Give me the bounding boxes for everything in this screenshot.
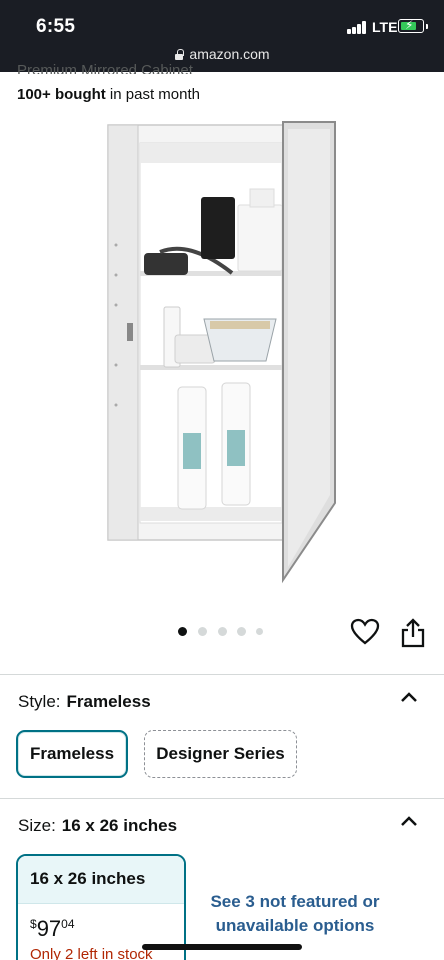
style-option-designer-series[interactable]: Designer Series — [144, 730, 297, 778]
style-option-label: Frameless — [29, 744, 115, 763]
network-type: LTE — [372, 19, 398, 35]
style-selected: Frameless — [66, 692, 151, 711]
carousel-dot[interactable] — [198, 627, 207, 636]
clock: 6:55 — [36, 16, 76, 37]
price-symbol: $ — [30, 917, 37, 931]
size-selected: 16 x 26 inches — [61, 816, 178, 835]
style-option-frameless[interactable]: Frameless — [16, 730, 128, 778]
stock-status: Only 2 left in stock — [30, 946, 153, 960]
price-dollars: 97 — [36, 916, 62, 941]
price: $9704 — [30, 916, 75, 942]
carousel-dot[interactable] — [256, 628, 263, 635]
style-option-label: Designer Series — [156, 744, 285, 763]
url-text: amazon.com — [189, 46, 270, 62]
lock-icon — [174, 49, 184, 60]
bought-count-rest: in past month — [105, 86, 200, 103]
carousel-dot[interactable] — [218, 627, 227, 636]
heart-icon[interactable] — [350, 618, 380, 646]
carousel-dot[interactable] — [237, 627, 246, 636]
share-icon[interactable] — [399, 618, 427, 648]
price-cents: 04 — [61, 917, 75, 931]
bought-count-bold: 100+ bought — [17, 86, 106, 103]
home-indicator[interactable] — [142, 944, 302, 950]
chevron-up-icon[interactable] — [400, 691, 418, 703]
style-label: Style: — [18, 692, 61, 711]
carousel-dot[interactable] — [178, 627, 187, 636]
size-option-name: 16 x 26 inches — [18, 856, 184, 904]
product-image[interactable] — [100, 115, 345, 590]
product-title[interactable]: Premium Mirrored Cabinet — [17, 62, 193, 74]
divider — [0, 674, 444, 675]
signal-icon — [347, 21, 369, 34]
battery-icon: ⚡ — [398, 18, 428, 33]
divider — [0, 798, 444, 799]
style-row[interactable]: Style: Frameless — [18, 692, 151, 712]
not-featured-options-link[interactable]: See 3 not featured or unavailable option… — [205, 890, 385, 938]
chevron-up-icon[interactable] — [400, 815, 418, 827]
size-label: Size: — [18, 816, 56, 835]
address-bar[interactable]: amazon.com — [0, 46, 444, 62]
size-row[interactable]: Size: 16 x 26 inches — [18, 816, 177, 836]
bought-count: 100+ bought in past month — [17, 86, 200, 103]
